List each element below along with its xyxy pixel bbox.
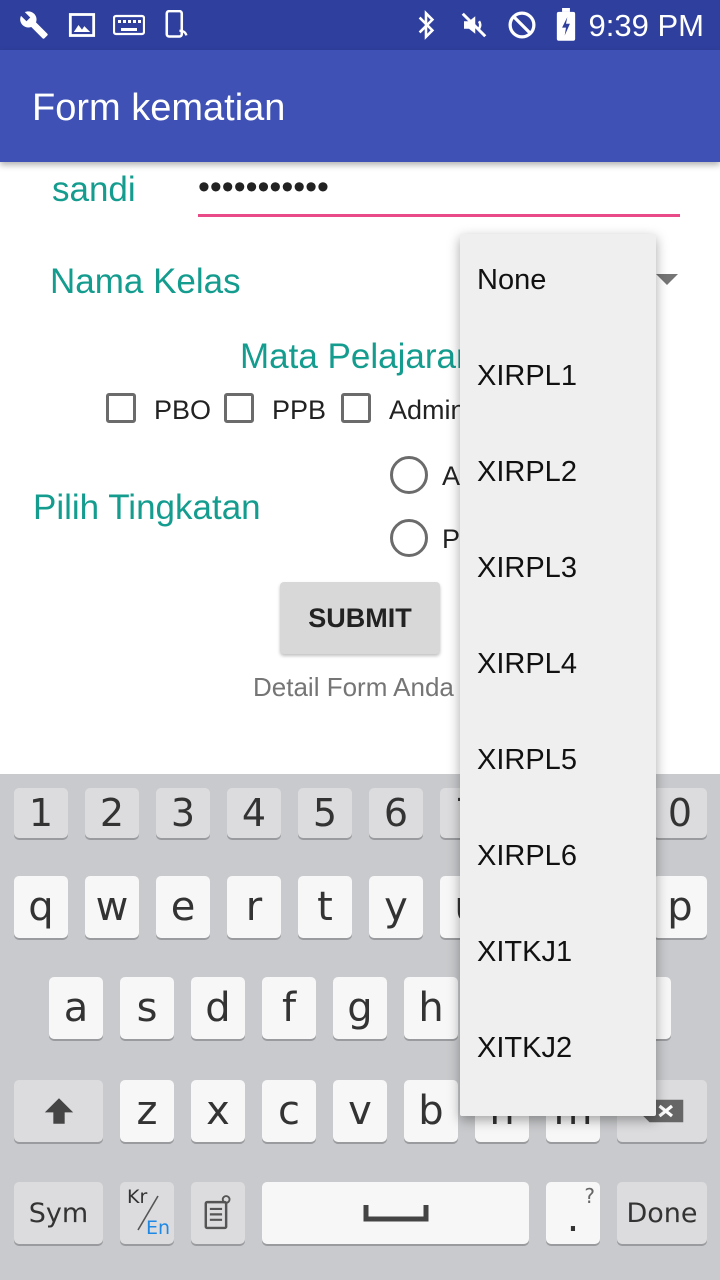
key-6[interactable]: 6	[369, 788, 423, 838]
slash-icon	[137, 1195, 159, 1231]
dropdown-option-xirpl3[interactable]: XIRPL3	[477, 552, 577, 585]
battery-charging-icon	[550, 8, 582, 41]
key-d[interactable]: d	[191, 977, 245, 1039]
question-hint: ?	[584, 1184, 595, 1208]
key-4[interactable]: 4	[227, 788, 281, 838]
app-title: Form kematian	[32, 87, 286, 129]
spacebar-key[interactable]	[262, 1182, 529, 1244]
clipboard-icon	[204, 1195, 231, 1230]
mute-icon	[458, 9, 490, 41]
password-field[interactable]: •••••••••••	[198, 168, 329, 207]
dropdown-option-xirpl1[interactable]: XIRPL1	[477, 360, 577, 393]
checkbox-pbo[interactable]	[106, 393, 136, 423]
password-underline	[198, 214, 680, 217]
checkbox-admin[interactable]	[341, 393, 371, 423]
sym-key[interactable]: Sym	[14, 1182, 103, 1244]
key-q[interactable]: q	[14, 876, 68, 938]
clipboard-key[interactable]	[191, 1182, 245, 1244]
keyboard-icon	[113, 9, 145, 41]
key-z[interactable]: z	[120, 1080, 174, 1142]
checkbox-ppb[interactable]	[224, 393, 254, 423]
key-y[interactable]: y	[369, 876, 423, 938]
dropdown-option-xitkj1[interactable]: XITKJ1	[477, 936, 572, 969]
image-icon	[66, 9, 98, 41]
key-e[interactable]: e	[156, 876, 210, 938]
language-switch-key[interactable]: Kr En	[120, 1182, 174, 1244]
checkbox-pbo-label: PBO	[154, 395, 212, 425]
nama-kelas-label: Nama Kelas	[50, 262, 241, 301]
radio-option-a[interactable]	[390, 456, 428, 494]
radio-option-p-label: P	[442, 524, 461, 554]
wrench-icon	[18, 9, 50, 41]
period-label: .	[566, 1195, 580, 1241]
key-t[interactable]: t	[298, 876, 352, 938]
dropdown-option-xirpl2[interactable]: XIRPL2	[477, 456, 577, 489]
key-p[interactable]: p	[653, 876, 707, 938]
checkbox-ppb-label: PPB	[272, 395, 327, 425]
spinner-arrow-icon[interactable]	[656, 274, 678, 285]
shift-key[interactable]	[14, 1080, 103, 1142]
key-w[interactable]: w	[85, 876, 139, 938]
status-bar: 9:39 PM	[0, 0, 720, 50]
key-f[interactable]: f	[262, 977, 316, 1039]
key-s[interactable]: s	[120, 977, 174, 1039]
done-key[interactable]: Done	[617, 1182, 707, 1244]
space-icon	[363, 1205, 428, 1222]
key-v[interactable]: v	[333, 1080, 387, 1142]
key-a[interactable]: a	[49, 977, 103, 1039]
pilih-tingkatan-label: Pilih Tingkatan	[33, 488, 261, 527]
key-2[interactable]: 2	[85, 788, 139, 838]
key-x[interactable]: x	[191, 1080, 245, 1142]
key-3[interactable]: 3	[156, 788, 210, 838]
key-r[interactable]: r	[227, 876, 281, 938]
radio-option-p[interactable]	[390, 519, 428, 557]
key-c[interactable]: c	[262, 1080, 316, 1142]
period-key[interactable]: ? .	[546, 1182, 600, 1244]
dropdown-option-xitkj2[interactable]: XITKJ2	[477, 1032, 572, 1065]
dropdown-option-xirpl6[interactable]: XIRPL6	[477, 840, 577, 873]
key-h[interactable]: h	[404, 977, 458, 1039]
key-g[interactable]: g	[333, 977, 387, 1039]
key-b[interactable]: b	[404, 1080, 458, 1142]
mata-pelajaran-label: Mata Pelajaran	[240, 337, 476, 376]
key-0[interactable]: 0	[653, 788, 707, 838]
block-icon	[506, 9, 538, 41]
dropdown-option-xirpl5[interactable]: XIRPL5	[477, 744, 577, 777]
dropdown-option-xirpl4[interactable]: XIRPL4	[477, 648, 577, 681]
dropdown-option-none[interactable]: None	[477, 264, 546, 297]
key-5[interactable]: 5	[298, 788, 352, 838]
shift-arrow-icon	[44, 1098, 73, 1124]
detail-form-text: Detail Form Anda	[253, 672, 454, 702]
phone-sync-icon	[160, 9, 192, 41]
app-bar: Form kematian	[0, 50, 720, 162]
key-1[interactable]: 1	[14, 788, 68, 838]
bluetooth-icon	[410, 9, 442, 41]
status-time: 9:39 PM	[588, 8, 704, 43]
sandi-label: sandi	[52, 170, 136, 209]
submit-button[interactable]: SUBMIT	[280, 582, 440, 654]
class-dropdown-list: None XIRPL1 XIRPL2 XIRPL3 XIRPL4 XIRPL5 …	[460, 234, 656, 1116]
radio-option-a-label: A	[442, 461, 461, 491]
